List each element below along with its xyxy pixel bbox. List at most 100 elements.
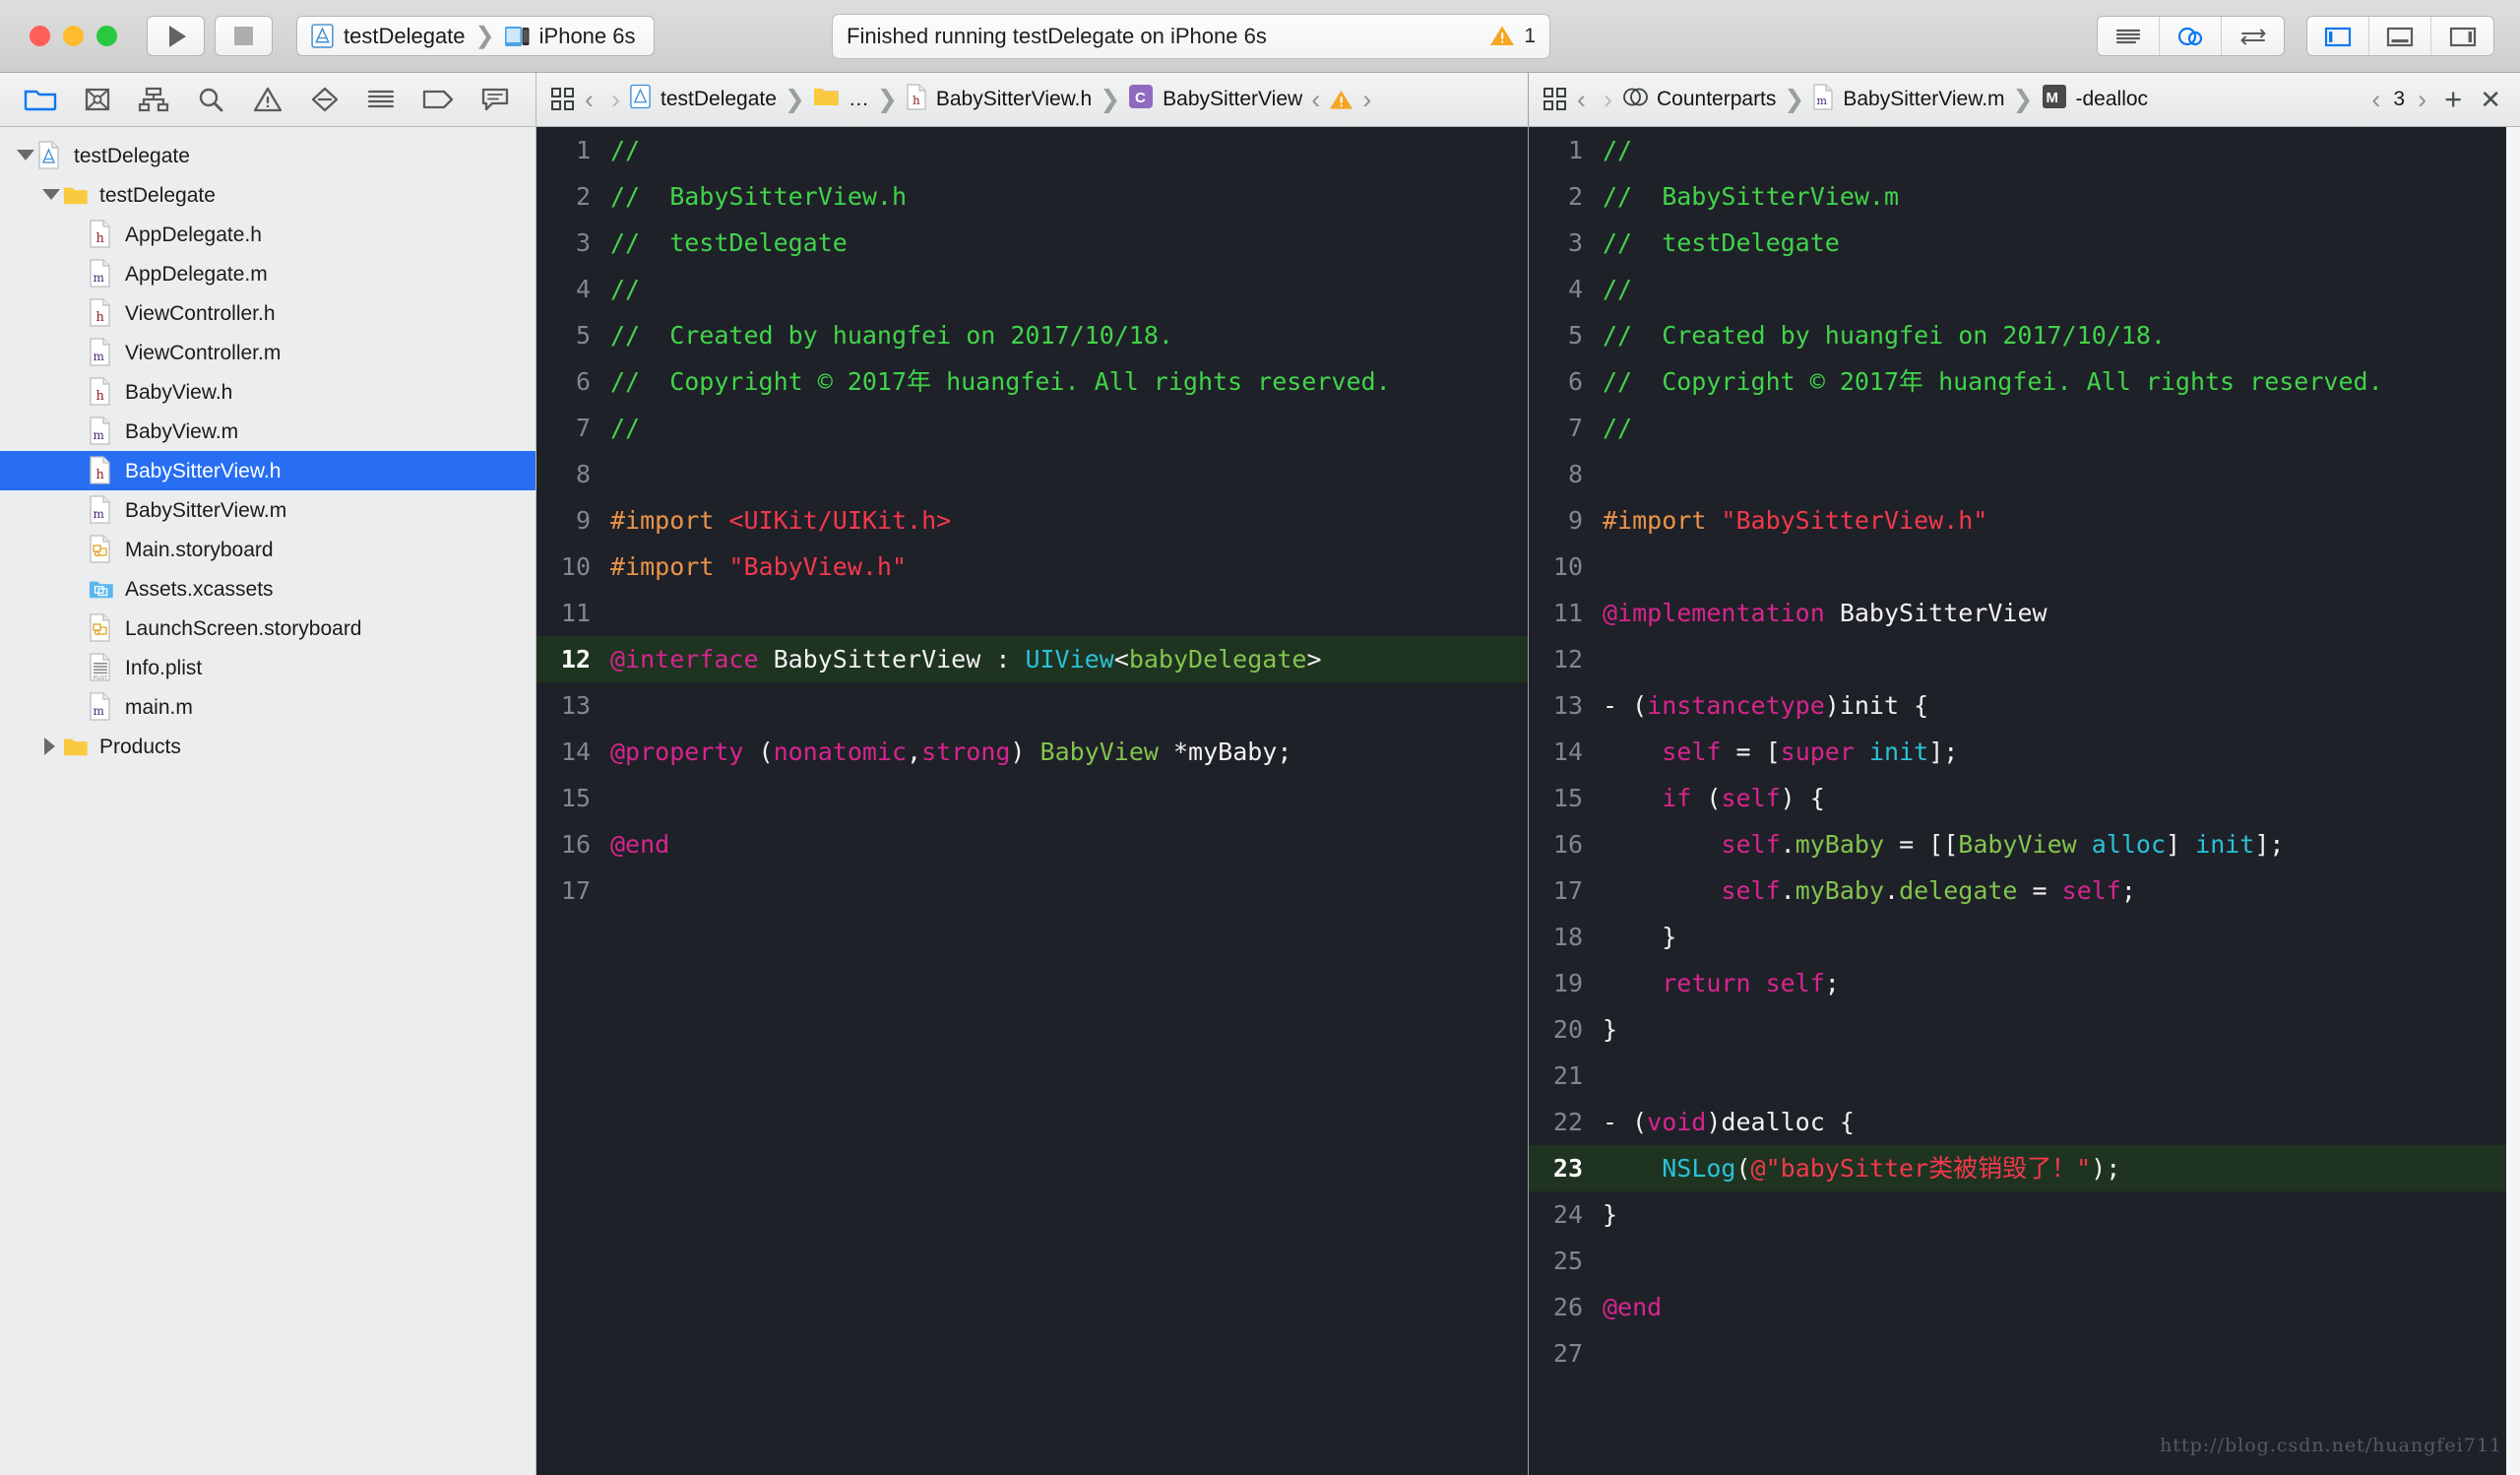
code-line-text[interactable]: // [1603, 127, 2520, 173]
close-window-button[interactable] [30, 26, 50, 46]
file-tree-row[interactable]: m BabySitterView.m [0, 490, 536, 530]
file-tree-row[interactable]: LaunchScreen.storyboard [0, 609, 536, 648]
code-line-text[interactable] [1603, 544, 2520, 590]
breadcrumb-counterparts[interactable]: Counterparts [1621, 85, 1776, 115]
left-source-editor[interactable]: 1 // 2 // BabySitterView.h 3 // testDelegate 4… [536, 127, 1528, 1475]
previous-counterpart-button[interactable]: ‹ [2362, 85, 2389, 115]
code-line-text[interactable]: } [1603, 1006, 2520, 1053]
file-tree-row[interactable]: h AppDelegate.h [0, 215, 536, 254]
code-line-text[interactable]: } [1603, 914, 2520, 960]
issue-warning-icon[interactable] [1329, 89, 1354, 111]
navigate-forward-button[interactable]: › [1595, 85, 1621, 115]
editor-scrollbar[interactable] [2506, 127, 2520, 1475]
code-line-text[interactable] [1603, 1053, 2520, 1099]
code-line-text[interactable]: #import "BabyView.h" [610, 544, 1528, 590]
scheme-selector[interactable]: testDelegate ❯ iPhone 6s [296, 16, 655, 56]
file-tree-row[interactable]: PLIST Info.plist [0, 648, 536, 687]
sidebar-item-breakpoint-navigator[interactable] [416, 81, 460, 118]
sidebar-item-find-navigator[interactable] [189, 81, 232, 118]
code-line-text[interactable]: // Created by huangfei on 2017/10/18. [1603, 312, 2520, 358]
standard-editor-button[interactable] [2098, 17, 2160, 55]
zoom-window-button[interactable] [96, 26, 117, 46]
file-tree-row[interactable]: h ViewController.h [0, 293, 536, 333]
previous-issue-button[interactable]: ‹ [1302, 85, 1329, 115]
code-line-text[interactable]: NSLog(@"babySitter类被销毁了！"); [1603, 1145, 2520, 1191]
code-line-text[interactable] [610, 682, 1528, 729]
related-items-icon[interactable] [1543, 87, 1568, 112]
code-line-text[interactable]: // Copyright © 2017年 huangfei. All right… [610, 358, 1528, 405]
file-tree-row[interactable]: testDelegate [0, 175, 536, 215]
code-line-text[interactable]: } [1603, 1191, 2520, 1238]
file-tree-row[interactable]: m main.m [0, 687, 536, 727]
code-line-text[interactable]: - (void)dealloc { [1603, 1099, 2520, 1145]
breadcrumb-project[interactable]: testDelegate [629, 84, 777, 115]
code-line-text[interactable] [1603, 451, 2520, 497]
code-line-text[interactable]: // testDelegate [1603, 220, 2520, 266]
file-tree-row[interactable]: m AppDelegate.m [0, 254, 536, 293]
code-line-text[interactable]: #import <UIKit/UIKit.h> [610, 497, 1528, 544]
right-source-editor[interactable]: 1 // 2 // BabySitterView.m 3 // testDelegate 4… [1529, 127, 2520, 1475]
sidebar-item-project-navigator[interactable] [19, 81, 62, 118]
code-line-text[interactable]: // Copyright © 2017年 huangfei. All right… [1603, 358, 2520, 405]
toggle-navigator-button[interactable] [2307, 17, 2369, 55]
breadcrumb-symbol[interactable]: M -dealloc [2042, 84, 2148, 115]
breadcrumb-file[interactable]: h BabySitterView.h [906, 83, 1092, 116]
code-line-text[interactable]: #import "BabySitterView.h" [1603, 497, 2520, 544]
code-line-text[interactable]: @property (nonatomic,strong) BabyView *m… [610, 729, 1528, 775]
code-line-text[interactable] [610, 590, 1528, 636]
code-line-text[interactable] [1603, 1330, 2520, 1377]
file-tree-row[interactable]: Main.storyboard [0, 530, 536, 569]
file-tree-row[interactable]: testDelegate [0, 136, 536, 175]
code-line-text[interactable] [1603, 1238, 2520, 1284]
file-tree-row[interactable]: Assets.xcassets [0, 569, 536, 609]
code-line-text[interactable]: // testDelegate [610, 220, 1528, 266]
code-line-text[interactable]: @end [610, 821, 1528, 867]
code-line-text[interactable] [610, 775, 1528, 821]
breadcrumb-folder[interactable]: … [813, 86, 869, 113]
sidebar-item-test-navigator[interactable] [303, 81, 346, 118]
code-line-text[interactable]: self = [super init]; [1603, 729, 2520, 775]
code-line-text[interactable]: self.myBaby.delegate = self; [1603, 867, 2520, 914]
next-issue-button[interactable]: › [1354, 85, 1380, 115]
minimize-window-button[interactable] [63, 26, 84, 46]
navigate-forward-button[interactable]: › [602, 85, 629, 115]
breadcrumb-symbol[interactable]: C BabySitterView [1128, 84, 1302, 115]
code-line-text[interactable]: // [610, 266, 1528, 312]
toggle-utilities-button[interactable] [2431, 17, 2493, 55]
sidebar-item-debug-navigator[interactable] [359, 81, 403, 118]
sidebar-item-source-control-navigator[interactable] [76, 81, 119, 118]
code-line-text[interactable] [610, 451, 1528, 497]
code-line-text[interactable]: @implementation BabySitterView [1603, 590, 2520, 636]
navigate-back-button[interactable]: ‹ [576, 85, 602, 115]
code-line-text[interactable]: // BabySitterView.m [1603, 173, 2520, 220]
code-line-text[interactable] [1603, 636, 2520, 682]
code-line-text[interactable]: @interface BabySitterView : UIView<babyD… [610, 636, 1528, 682]
code-line-text[interactable] [610, 867, 1528, 914]
code-line-text[interactable]: - (instancetype)init { [1603, 682, 2520, 729]
code-line-text[interactable]: self.myBaby = [[BabyView alloc] init]; [1603, 821, 2520, 867]
status-badge[interactable]: 1 [1489, 25, 1536, 48]
next-counterpart-button[interactable]: › [2409, 85, 2435, 115]
file-tree-row[interactable]: Products [0, 727, 536, 766]
sidebar-item-symbol-navigator[interactable] [132, 81, 175, 118]
sidebar-item-issue-navigator[interactable] [246, 81, 289, 118]
code-line-text[interactable]: return self; [1603, 960, 2520, 1006]
version-editor-button[interactable] [2222, 17, 2284, 55]
file-tree-row-selected[interactable]: h BabySitterView.h [0, 451, 536, 490]
file-tree-row[interactable]: h BabyView.h [0, 372, 536, 412]
sidebar-item-report-navigator[interactable] [473, 81, 517, 118]
file-tree-row[interactable]: m ViewController.m [0, 333, 536, 372]
file-tree-row[interactable]: m BabyView.m [0, 412, 536, 451]
code-line-text[interactable]: if (self) { [1603, 775, 2520, 821]
code-line-text[interactable]: // [610, 405, 1528, 451]
navigate-back-button[interactable]: ‹ [1568, 85, 1595, 115]
stop-button[interactable] [215, 16, 273, 56]
breadcrumb-file[interactable]: m BabySitterView.m [1812, 83, 2005, 116]
related-items-icon[interactable] [550, 87, 576, 112]
add-assistant-editor-button[interactable]: + [2435, 82, 2471, 117]
assistant-editor-button[interactable] [2160, 17, 2222, 55]
code-line-text[interactable]: // [1603, 405, 2520, 451]
run-button[interactable] [147, 16, 205, 56]
code-line-text[interactable]: // BabySitterView.h [610, 173, 1528, 220]
code-line-text[interactable]: @end [1603, 1284, 2520, 1330]
